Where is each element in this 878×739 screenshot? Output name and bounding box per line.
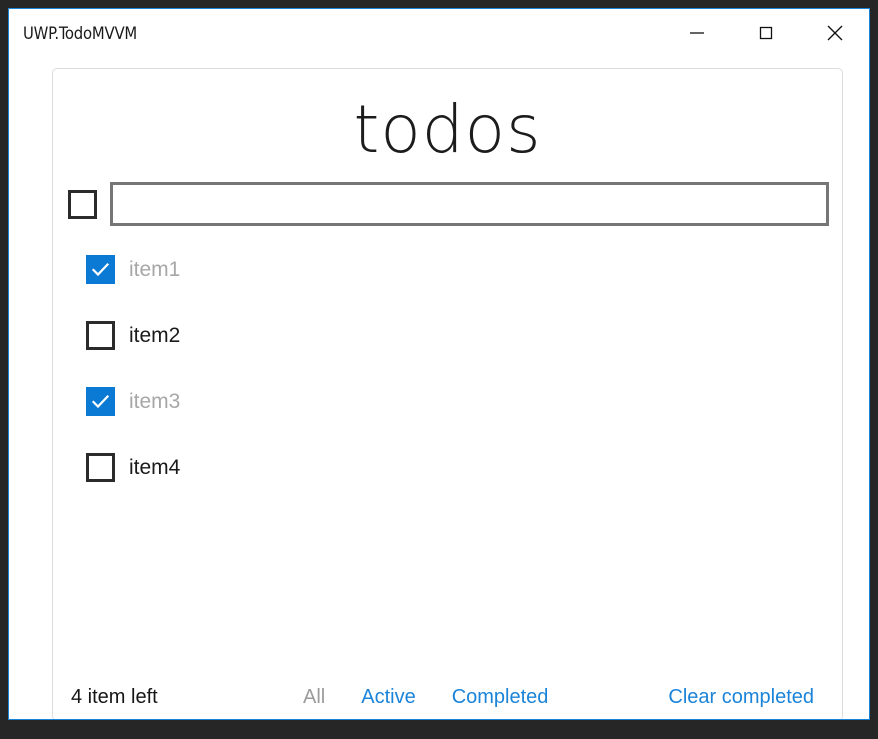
toggle-all-checkbox[interactable] (68, 189, 97, 219)
filter-active[interactable]: Active (361, 686, 415, 709)
minimize-icon (686, 22, 708, 44)
window-controls (662, 9, 869, 57)
new-todo-input[interactable] (110, 182, 829, 226)
todo-checkbox[interactable] (86, 254, 115, 284)
todo-list: item1 item2 item3 item4 (68, 236, 829, 500)
todo-label: item1 (129, 257, 181, 281)
filter-links: All Active Completed (303, 686, 548, 709)
todo-footer: 4 item left All Active Completed Clear c… (53, 659, 844, 719)
maximize-button[interactable] (731, 9, 800, 57)
new-todo-row (68, 179, 829, 229)
title-bar[interactable]: UWP.TodoMVVM (9, 9, 869, 57)
items-left-count: 4 item left (71, 686, 158, 708)
close-icon (823, 21, 847, 45)
app-window: UWP.TodoMVVM todos item1 item2 item3 ite… (8, 8, 870, 720)
filter-completed[interactable]: Completed (452, 686, 549, 709)
list-item[interactable]: item3 (68, 368, 829, 434)
list-item[interactable]: item1 (68, 236, 829, 302)
window-title: UWP.TodoMVVM (23, 24, 138, 43)
list-item[interactable]: item2 (68, 302, 829, 368)
clear-completed-button[interactable]: Clear completed (668, 686, 814, 709)
desktop-backdrop: UWP.TodoMVVM todos item1 item2 item3 ite… (0, 0, 878, 739)
close-button[interactable] (800, 9, 869, 57)
maximize-icon (755, 22, 777, 44)
todo-checkbox[interactable] (86, 386, 115, 416)
todo-label: item4 (129, 455, 181, 479)
minimize-button[interactable] (662, 9, 731, 57)
filter-all[interactable]: All (303, 686, 325, 709)
todo-card: todos item1 item2 item3 item4 4 item lef… (52, 68, 844, 719)
todo-label: item3 (129, 389, 181, 413)
todo-checkbox[interactable] (86, 320, 115, 350)
todo-label: item2 (129, 323, 181, 347)
todo-checkbox[interactable] (86, 452, 115, 482)
page-title: todos (353, 91, 542, 168)
list-item[interactable]: item4 (68, 434, 829, 500)
